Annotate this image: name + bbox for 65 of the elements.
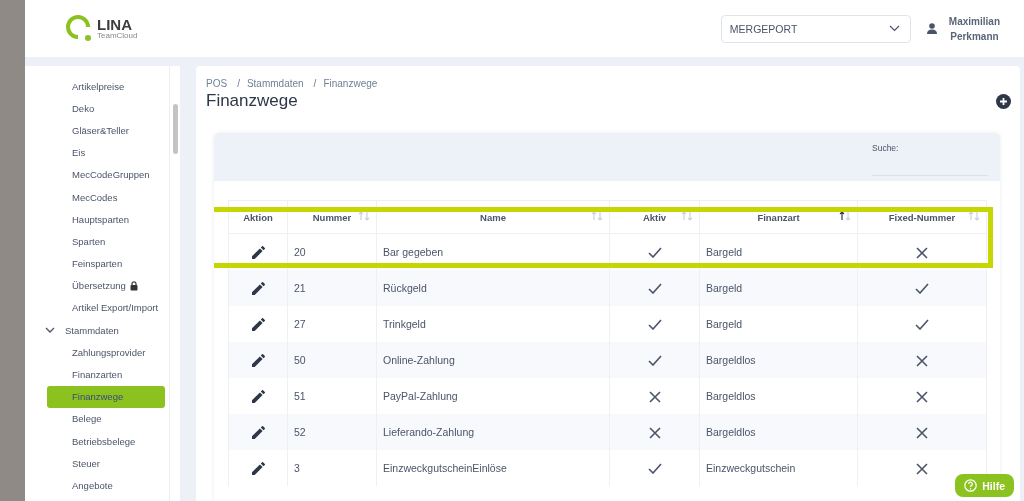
add-icon[interactable] <box>996 93 1011 109</box>
table-cell: Einzweckgutschein <box>699 450 858 486</box>
user-name: Maximilian <box>948 14 1000 29</box>
search-label: Suche: <box>872 143 900 153</box>
pencil-icon[interactable] <box>251 461 265 475</box>
page-title: Finanzwege <box>206 91 298 111</box>
company-select[interactable]: MERGEPORT <box>720 14 911 43</box>
sidebar-item[interactable]: Eis <box>47 141 165 164</box>
table-cell: Bargeldlos <box>699 342 858 378</box>
table-cell: 3 <box>287 450 377 486</box>
table-cell: Bargeld <box>699 270 858 306</box>
sidebar-item[interactable]: Artikelpreise <box>47 75 165 98</box>
sidebar-item[interactable]: Steuer <box>47 452 165 475</box>
sidebar-item[interactable]: Finanzarten <box>47 363 165 386</box>
table-cell: EinzweckgutscheinEinlöse <box>376 450 610 486</box>
logo-tagline: TeamCloud <box>97 32 138 40</box>
sidebar-group[interactable]: Stammdaten <box>25 319 169 342</box>
pencil-icon[interactable] <box>251 317 265 331</box>
sidebar-item[interactable]: Hauptsparten <box>47 208 165 231</box>
table-cell: Rückgeld <box>376 270 610 306</box>
pencil-icon[interactable] <box>251 389 265 403</box>
pencil-icon[interactable] <box>251 425 265 439</box>
table-cell: 52 <box>287 414 377 450</box>
breadcrumb-link[interactable]: POS <box>206 78 228 89</box>
column-header[interactable]: Nummer <box>287 200 377 234</box>
sidebar-item[interactable]: Feinsparten <box>47 252 165 275</box>
logo-icon <box>65 13 91 44</box>
table-cell: 50 <box>287 342 377 378</box>
table-cell: Online-Zahlung <box>376 342 610 378</box>
pencil-icon[interactable] <box>251 353 265 367</box>
sidebar-item[interactable]: MecCodeGruppen <box>47 163 165 186</box>
sidebar-item[interactable]: Betriebsbelege <box>47 430 165 453</box>
column-header[interactable]: Finanzart <box>699 200 858 234</box>
sidebar-item[interactable]: Finanzwege <box>47 385 165 408</box>
table-cell: Lieferando-Zahlung <box>376 414 610 450</box>
column-header[interactable]: Aktiv <box>609 200 700 234</box>
sidebar-item[interactable]: Sparten <box>47 230 165 253</box>
scrollbar-thumb[interactable] <box>172 104 178 154</box>
sidebar-item[interactable]: Belege <box>47 407 165 430</box>
table-cell: 21 <box>287 270 377 306</box>
sort-icon[interactable] <box>839 211 851 221</box>
breadcrumb-link[interactable]: Stammdaten <box>246 78 304 89</box>
pencil-icon[interactable] <box>251 245 265 259</box>
logo-name: LINA <box>97 17 133 32</box>
sidebar-item[interactable]: Artikel Export/Import <box>47 296 165 320</box>
sidebar-item[interactable]: Übersetzung <box>47 274 165 297</box>
column-header: Aktion <box>228 200 288 234</box>
sidebar-item[interactable]: Deko <box>47 97 165 120</box>
column-header[interactable]: Name <box>376 200 610 234</box>
pencil-icon[interactable] <box>251 281 265 295</box>
sidebar-item[interactable]: MecCodes <box>47 185 165 209</box>
question-icon <box>964 479 978 492</box>
column-header[interactable]: Fixed-Nummer <box>857 200 987 234</box>
lock-icon <box>129 280 138 291</box>
breadcrumb-link[interactable]: Finanzwege <box>323 78 378 89</box>
sidebar-item[interactable]: Gläser&Teller <box>47 119 165 142</box>
breadcrumb-separator: / <box>237 78 240 89</box>
sidebar-item[interactable]: Zahlungsprovider <box>47 341 165 364</box>
table-cell: Bargeldlos <box>699 414 858 450</box>
user-icon[interactable] <box>926 23 937 34</box>
sidebar-item[interactable]: Angebote <box>47 474 165 497</box>
chevron-icon <box>45 327 55 334</box>
breadcrumb-separator: / <box>313 78 317 89</box>
user-name: Perkmann <box>950 29 999 44</box>
chevron-icon <box>888 25 900 32</box>
